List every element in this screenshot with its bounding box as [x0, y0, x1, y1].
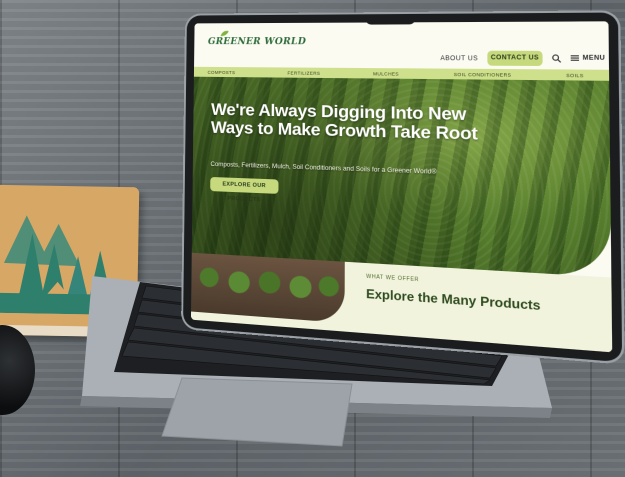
menu-icon: [570, 55, 580, 61]
website: GREENER WORLD ABOUT US CONTACT US MENU C…: [190, 21, 613, 353]
plants-image: [191, 252, 345, 324]
search-icon[interactable]: [552, 54, 561, 63]
hero-subtitle: Composts, Fertilizers, Mulch, Soil Condi…: [210, 160, 437, 176]
explore-products-button[interactable]: EXPLORE OUR PRODUCTS: [210, 176, 279, 203]
hero-title: We're Always Digging Into New Ways to Ma…: [210, 99, 478, 144]
leaf-icon: [220, 30, 228, 37]
hero-banner: We're Always Digging Into New Ways to Ma…: [191, 76, 612, 278]
about-us-link[interactable]: ABOUT US: [440, 56, 478, 63]
section-title: Explore the Many Products: [366, 286, 541, 314]
camera-notch: [365, 13, 416, 25]
laptop-screen: GREENER WORLD ABOUT US CONTACT US MENU C…: [183, 12, 623, 363]
category-soil-conditioners[interactable]: SOIL CONDITIONERS: [454, 72, 512, 78]
menu-label: MENU: [582, 55, 606, 63]
menu-button[interactable]: MENU: [570, 55, 606, 63]
logo[interactable]: GREENER WORLD: [207, 30, 307, 48]
category-fertilizers[interactable]: FERTILIZERS: [287, 71, 320, 76]
logo-text: GREENER WORLD: [207, 37, 307, 48]
category-composts[interactable]: COMPOSTS: [208, 70, 236, 75]
category-soils[interactable]: SOILS: [566, 73, 584, 79]
section-eyebrow: WHAT WE OFFER: [366, 273, 420, 284]
contact-us-button[interactable]: CONTACT US: [487, 50, 543, 67]
category-mulches[interactable]: MULCHES: [373, 71, 399, 76]
trackpad[interactable]: [161, 377, 353, 447]
site-header: GREENER WORLD ABOUT US CONTACT US MENU: [194, 21, 610, 70]
